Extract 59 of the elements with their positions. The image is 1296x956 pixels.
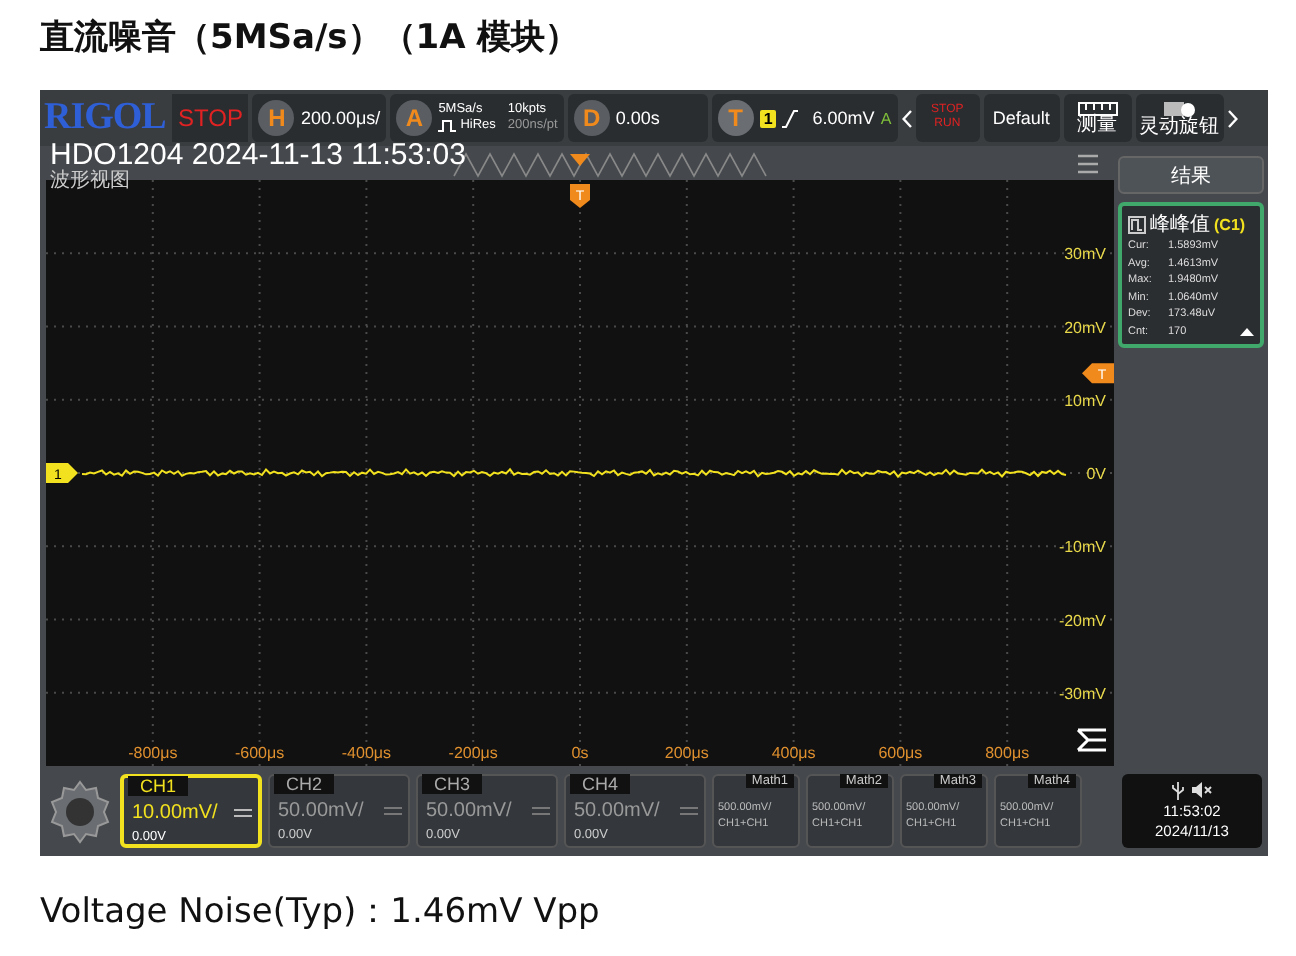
run-state: STOP xyxy=(172,94,249,142)
usb-icon xyxy=(1172,782,1184,800)
axis-label: -200μs xyxy=(448,744,498,762)
horizontal-panel[interactable]: H 200.00μs/ xyxy=(252,94,387,142)
trigger-source: 1 xyxy=(759,109,777,127)
measurement-title: 峰峰值 xyxy=(1150,212,1210,238)
axis-label: 800μs xyxy=(985,744,1030,762)
trigger-level: 6.00mV xyxy=(812,108,875,128)
page-heading: 直流噪音（5MSa/s）（1A 模块） xyxy=(40,18,580,58)
axis-label: 0V xyxy=(1086,465,1106,483)
brand-logo: RIGOL xyxy=(44,96,168,140)
dc-coupling-icon xyxy=(384,806,402,816)
trigger-panel[interactable]: T 1 6.00mV A xyxy=(711,94,898,142)
scroll-left-icon[interactable] xyxy=(901,109,912,127)
channel-scale: 10.00mV/ xyxy=(132,802,218,824)
channel-scale: 50.00mV/ xyxy=(278,800,364,822)
axis-label: 30mV xyxy=(1064,245,1106,264)
delay-panel[interactable]: D 0.00s xyxy=(567,94,708,142)
scroll-right-icon[interactable] xyxy=(1227,109,1238,127)
results-tab[interactable]: 结果 xyxy=(1118,156,1264,194)
gear-icon[interactable] xyxy=(46,777,114,845)
axis-label: -400μs xyxy=(341,744,391,762)
measure-icon xyxy=(1128,215,1146,233)
pulse-icon xyxy=(438,120,457,132)
axis-label: 400μs xyxy=(771,744,816,762)
dc-coupling-icon xyxy=(532,806,550,816)
channel-tab[interactable]: CH3 xyxy=(422,774,483,794)
caption-text: Voltage Noise(Typ)：1.46mV Vpp xyxy=(40,892,600,932)
channel-tab[interactable]: CH4 xyxy=(570,774,631,794)
collapse-icon[interactable] xyxy=(1240,327,1254,335)
axis-label: -20mV xyxy=(1058,611,1106,630)
overlay-title: HDO1204 2024-11-13 11:53:03 xyxy=(50,140,466,170)
dc-coupling-icon xyxy=(680,806,698,816)
axis-label: 10mV xyxy=(1064,391,1106,410)
trigger-position-icon xyxy=(570,154,590,166)
axis-label: 0s xyxy=(571,744,589,762)
axis-label: -30mV xyxy=(1058,684,1106,703)
axis-label: -600μs xyxy=(235,744,285,762)
rising-edge-icon xyxy=(782,109,799,127)
channel-scale: 50.00mV/ xyxy=(574,800,660,822)
trigger-mode: A xyxy=(880,109,892,127)
axis-label: 600μs xyxy=(878,744,923,762)
axis-label: 200μs xyxy=(664,744,709,762)
channel-tab[interactable]: CH1 xyxy=(128,776,189,796)
timebase-value: 200.00μs/ xyxy=(300,108,381,128)
delay-value: 0.00s xyxy=(615,108,660,128)
view-label: 波形视图 xyxy=(50,170,130,192)
ruler-icon xyxy=(1077,101,1118,115)
channel-tab[interactable]: CH2 xyxy=(274,774,335,794)
knob-icon xyxy=(1161,99,1198,117)
default-button[interactable]: Default xyxy=(983,94,1060,142)
knob-button[interactable]: 灵动旋钮 xyxy=(1135,94,1224,142)
speaker-mute-icon[interactable] xyxy=(1192,782,1212,798)
measurement-source: (C1) xyxy=(1214,215,1246,233)
axis-label: -10mV xyxy=(1058,538,1106,557)
channel-scale: 50.00mV/ xyxy=(426,800,512,822)
axis-label: 20mV xyxy=(1064,318,1106,337)
dc-coupling-icon xyxy=(234,808,252,818)
axis-label: -800μs xyxy=(128,744,178,762)
